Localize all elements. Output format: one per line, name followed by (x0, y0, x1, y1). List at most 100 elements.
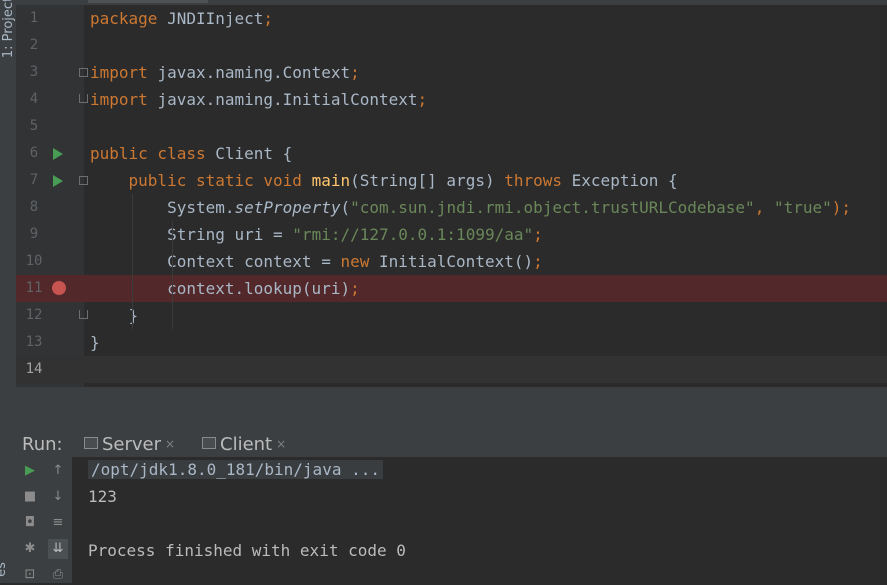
code-token: InitialContext() (378, 252, 534, 271)
console-command[interactable]: /opt/jdk1.8.0_181/bin/java ... (88, 460, 383, 479)
console-icon (84, 437, 98, 449)
code-token: String uri = (90, 225, 293, 244)
line-number[interactable]: 12 (16, 302, 52, 329)
code-token: Client { (215, 144, 293, 163)
code-line[interactable]: 12 } (16, 302, 887, 329)
code-line[interactable]: 6 public class Client { (16, 140, 887, 167)
run-tab-server[interactable]: Server × (84, 434, 175, 455)
line-number[interactable]: 11 (16, 275, 52, 302)
code-token: main (311, 171, 351, 190)
code-token: new (340, 252, 379, 271)
console-icon (202, 437, 216, 449)
console-output-line: 123 (88, 487, 117, 506)
line-number[interactable]: 13 (16, 329, 52, 356)
code-token: "com.sun.jndi.rmi.object.trustURLCodebas… (350, 198, 755, 217)
code-token: } (90, 333, 100, 352)
editor-run-separator (16, 387, 887, 430)
close-icon[interactable]: × (165, 437, 175, 451)
line-number[interactable]: 8 (16, 194, 52, 221)
line-number[interactable]: 2 (16, 32, 52, 59)
indent-guide (132, 194, 133, 329)
line-number[interactable]: 3 (16, 59, 52, 86)
line-number[interactable]: 6 (16, 140, 52, 167)
line-number[interactable]: 14 (16, 356, 52, 383)
code-line[interactable]: 8 System.setProperty("com.sun.jndi.rmi.o… (16, 194, 887, 221)
print-icon[interactable]: ⎙ (48, 565, 68, 585)
code-line[interactable]: 10 Context context = new InitialContext(… (16, 248, 887, 275)
code-token: javax.naming.Context (157, 63, 351, 82)
code-text[interactable]: public class Client { (90, 140, 292, 167)
left-tool-strip: 1: Project es (0, 0, 17, 583)
code-text[interactable]: import javax.naming.Context; (90, 59, 360, 86)
debug-icon[interactable]: ✱ (20, 539, 40, 559)
code-line[interactable]: 14 (16, 356, 887, 383)
fold-icon[interactable] (79, 176, 88, 185)
code-token: ; (533, 252, 543, 271)
code-text[interactable]: String uri = "rmi://127.0.0.1:1099/aa"; (90, 221, 543, 248)
code-token: (String[] args) (350, 171, 505, 190)
restore-layout-icon[interactable]: ⊡ (20, 565, 40, 585)
project-tool-tab[interactable]: 1: Project (1, 0, 16, 58)
code-token: ; (533, 225, 543, 244)
scroll-to-end-icon[interactable]: ⇊ (48, 539, 68, 559)
code-text[interactable]: public static void main(String[] args) t… (90, 167, 678, 194)
code-token: Exception { (571, 171, 678, 190)
code-token: "rmi://127.0.0.1:1099/aa" (292, 225, 534, 244)
code-token: import (90, 90, 158, 109)
console-command-line: /opt/jdk1.8.0_181/bin/java ... (88, 460, 383, 479)
code-line[interactable]: 4 import javax.naming.InitialContext; (16, 86, 887, 113)
code-line[interactable]: 3 import javax.naming.Context; (16, 59, 887, 86)
code-token: JNDIInject (167, 9, 264, 28)
fold-end-icon[interactable] (79, 310, 88, 319)
run-tab-client[interactable]: Client × (202, 434, 286, 455)
stop-icon[interactable]: ■ (20, 487, 40, 507)
breakpoint-icon[interactable] (52, 281, 66, 295)
code-token: } (90, 306, 139, 325)
rerun-icon[interactable]: ▶ (20, 461, 40, 481)
code-text[interactable]: Context context = new InitialContext(); (90, 248, 543, 275)
close-icon[interactable]: × (276, 437, 286, 451)
down-arrow-icon[interactable]: ↓ (48, 487, 68, 507)
structure-tool-tab[interactable]: es (0, 562, 9, 577)
code-text[interactable]: System.setProperty("com.sun.jndi.rmi.obj… (90, 194, 851, 221)
code-token: public static void (90, 171, 312, 190)
code-line[interactable]: 13} (16, 329, 887, 356)
line-number[interactable]: 1 (16, 5, 52, 32)
line-number[interactable]: 5 (16, 113, 52, 140)
line-number[interactable]: 4 (16, 86, 52, 113)
editor-tab-indicator (88, 0, 208, 3)
run-gutter-icon[interactable] (53, 175, 63, 187)
code-text[interactable]: package JNDIInject; (90, 5, 273, 32)
fold-icon[interactable] (79, 68, 88, 77)
fold-end-icon[interactable] (79, 94, 88, 103)
soft-wrap-icon[interactable]: ≡ (48, 513, 68, 533)
line-number[interactable]: 10 (16, 248, 52, 275)
run-gutter-icon[interactable] (53, 148, 63, 160)
run-tab-label: Server (102, 434, 162, 455)
code-token: ); (831, 198, 852, 217)
code-token: , (754, 198, 774, 217)
run-panel-title: Run: (22, 434, 63, 455)
code-text[interactable]: } (90, 329, 100, 356)
code-line[interactable]: 9 String uri = "rmi://127.0.0.1:1099/aa"… (16, 221, 887, 248)
code-line[interactable]: 5 (16, 113, 887, 140)
code-line[interactable]: 2 (16, 32, 887, 59)
up-arrow-icon[interactable]: ↑ (48, 461, 68, 481)
code-token: ; (350, 63, 360, 82)
code-text[interactable]: } (90, 302, 139, 329)
code-line[interactable]: 7 public static void main(String[] args)… (16, 167, 887, 194)
code-token: setProperty (234, 198, 341, 217)
code-token: ; (263, 9, 274, 28)
code-token: ( (340, 198, 351, 217)
code-token: package (90, 9, 168, 28)
code-token: Context context = (90, 252, 341, 271)
line-number[interactable]: 7 (16, 167, 52, 194)
code-text[interactable]: import javax.naming.InitialContext; (90, 86, 427, 113)
camera-icon[interactable]: ◘ (20, 513, 40, 533)
line-number[interactable]: 9 (16, 221, 52, 248)
code-token: "true" (773, 198, 832, 217)
code-text[interactable]: context.lookup(uri); (90, 275, 360, 302)
code-line[interactable]: 1 package JNDIInject; (16, 5, 887, 32)
code-token: javax.naming.InitialContext (157, 90, 418, 109)
code-line[interactable]: 11 context.lookup(uri); (16, 275, 887, 302)
